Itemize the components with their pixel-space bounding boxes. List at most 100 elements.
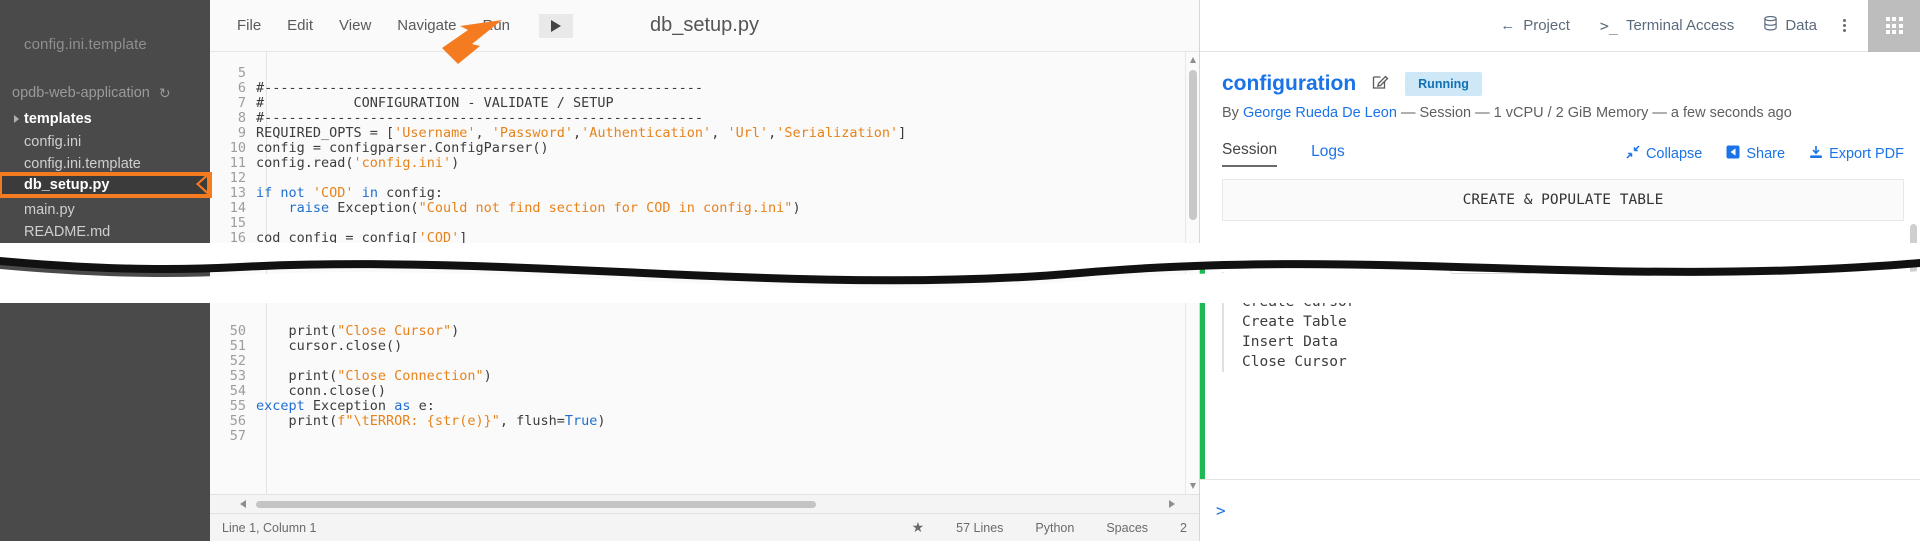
menu-view[interactable]: View — [326, 0, 384, 52]
ide-window: config.ini.template opdb-web-application… — [0, 0, 1920, 541]
status-badge: Running — [1405, 72, 1482, 96]
share-icon — [1726, 145, 1740, 163]
output-chip — [1450, 248, 1532, 274]
line-number: 16 — [229, 230, 246, 246]
line-number: 52 — [229, 353, 246, 369]
data-button[interactable]: Data — [1764, 15, 1817, 35]
code-token: ) — [597, 413, 606, 429]
code-editor[interactable]: 5 6 #------------------------------------… — [210, 52, 1199, 494]
edit-icon[interactable] — [1372, 73, 1389, 95]
file-explorer-sidebar: config.ini.template opdb-web-application… — [0, 0, 212, 541]
output-line: Insert Data — [1242, 334, 1339, 350]
editor-pane: File Edit View Navigate Run db_setup.py … — [210, 0, 1200, 541]
menu-edit[interactable]: Edit — [274, 0, 326, 52]
code-token: ] — [898, 125, 907, 141]
app-grid-icon[interactable] — [1868, 0, 1920, 52]
terminal-access-button[interactable]: >_ Terminal Access — [1600, 17, 1734, 35]
scroll-right-icon[interactable] — [1169, 500, 1175, 508]
sidebar-item-templates[interactable]: templates — [0, 108, 210, 130]
refresh-icon[interactable]: ↻ — [159, 86, 171, 100]
sidebar-item-config-ini[interactable]: config.ini — [0, 131, 210, 153]
output-line: Database Connection — [1242, 274, 1408, 290]
sidebar-item-label: config.ini — [24, 134, 82, 150]
line-number: 55 — [229, 398, 246, 414]
more-vertical-icon[interactable] — [1843, 19, 1846, 32]
code-token: config = configparser.ConfigParser() — [256, 140, 549, 156]
line-number: 9 — [237, 125, 246, 141]
scroll-thumb[interactable] — [1189, 70, 1197, 220]
prompt-chevron-icon: > — [1216, 501, 1226, 520]
code-token: "Close Connection" — [337, 368, 484, 384]
code-token: 'Serialization' — [776, 125, 899, 141]
indent-size[interactable]: 2 — [1180, 521, 1187, 535]
code-token: as — [394, 398, 411, 414]
output-line: Create Table — [1242, 314, 1347, 330]
scroll-down-icon[interactable] — [1190, 483, 1196, 489]
session-meta: By George Rueda De Leon — Session — 1 vC… — [1222, 105, 1904, 121]
data-label: Data — [1785, 17, 1817, 34]
code-token: #---------------------------------------… — [256, 80, 704, 96]
output-banner: CREATE & POPULATE TABLE — [1222, 179, 1904, 221]
code-token: 'COD' — [312, 185, 354, 201]
code-token: 'Username' — [394, 125, 476, 141]
back-arrow-icon: ← — [1500, 17, 1516, 34]
sidebar-item-readme-md[interactable]: README.md — [0, 221, 210, 243]
project-name: opdb-web-application — [12, 85, 150, 101]
console-prompt[interactable]: > — [1200, 479, 1920, 541]
terminal-access-label: Terminal Access — [1625, 17, 1735, 34]
annotation-arrow-run — [398, 18, 518, 73]
code-token: REQUIRED_OPTS = [ — [256, 125, 395, 141]
database-icon — [1764, 15, 1778, 35]
run-button[interactable] — [539, 13, 574, 38]
code-token: print( — [256, 368, 338, 384]
code-token: print( — [256, 323, 338, 339]
scroll-up-icon[interactable] — [1190, 57, 1196, 63]
code-token: ) — [451, 323, 460, 339]
project-root[interactable]: opdb-web-application ↻ — [12, 85, 202, 101]
line-number: 17 — [229, 245, 246, 261]
code-token: if not — [256, 185, 313, 201]
session-title[interactable]: configuration — [1222, 72, 1356, 96]
language-mode[interactable]: Python — [1035, 521, 1074, 535]
collapse-button[interactable]: Collapse — [1626, 145, 1702, 163]
code-block-top[interactable]: 5 6 #------------------------------------… — [210, 66, 907, 261]
editor-vertical-scrollbar[interactable] — [1185, 52, 1199, 494]
code-token: opts = {} — [256, 245, 330, 261]
editor-statusbar: Line 1, Column 1 ★ 57 Lines Python Space… — [210, 513, 1199, 541]
sidebar-item-label: main.py — [24, 202, 75, 218]
session-author-link[interactable]: George Rueda De Leon — [1243, 105, 1397, 121]
export-pdf-label: Export PDF — [1829, 146, 1904, 162]
code-token: , flush= — [499, 413, 565, 429]
sidebar-item-db-setup-py[interactable]: db_setup.py — [0, 172, 212, 198]
line-number: 50 — [229, 323, 246, 339]
session-vertical-scrollbar[interactable] — [1908, 104, 1920, 541]
code-token: Exception( — [329, 200, 419, 216]
indent-mode[interactable]: Spaces — [1106, 521, 1148, 535]
star-icon[interactable]: ★ — [912, 519, 925, 536]
share-button[interactable]: Share — [1726, 145, 1785, 163]
sidebar-item-main-py[interactable]: main.py — [0, 199, 210, 221]
code-token: "Close Cursor" — [337, 323, 452, 339]
code-token: cod_config = config[ — [256, 230, 419, 246]
code-token: f"\tERROR: {str(e)}" — [337, 413, 500, 429]
cursor-position: Line 1, Column 1 — [222, 520, 317, 535]
code-token: config: — [377, 185, 443, 201]
editor-horizontal-scrollbar[interactable] — [210, 494, 1199, 513]
line-number: 13 — [229, 185, 246, 201]
export-pdf-button[interactable]: Export PDF — [1809, 145, 1904, 163]
scroll-thumb-horizontal[interactable] — [256, 501, 816, 508]
tab-session[interactable]: Session — [1222, 141, 1278, 167]
session-tabs: Session Logs Collapse Share Export PDF — [1222, 135, 1904, 167]
tab-logs[interactable]: Logs — [1311, 143, 1345, 167]
menu-file[interactable]: File — [224, 0, 274, 52]
scroll-thumb[interactable] — [1910, 224, 1917, 294]
download-icon — [1809, 145, 1823, 163]
code-token: 'config.ini' — [353, 155, 452, 171]
code-block-bottom[interactable]: 50 print("Close Cursor") 51 cursor.close… — [210, 324, 606, 444]
code-token: 'Authentication' — [581, 125, 712, 141]
code-token: in — [361, 185, 378, 201]
editor-menubar: File Edit View Navigate Run db_setup.py — [210, 0, 1199, 52]
scroll-left-icon[interactable] — [240, 500, 246, 508]
sidebar-item-config-ini-template[interactable]: config.ini.template — [0, 153, 210, 175]
project-nav-button[interactable]: ← Project — [1500, 17, 1570, 34]
